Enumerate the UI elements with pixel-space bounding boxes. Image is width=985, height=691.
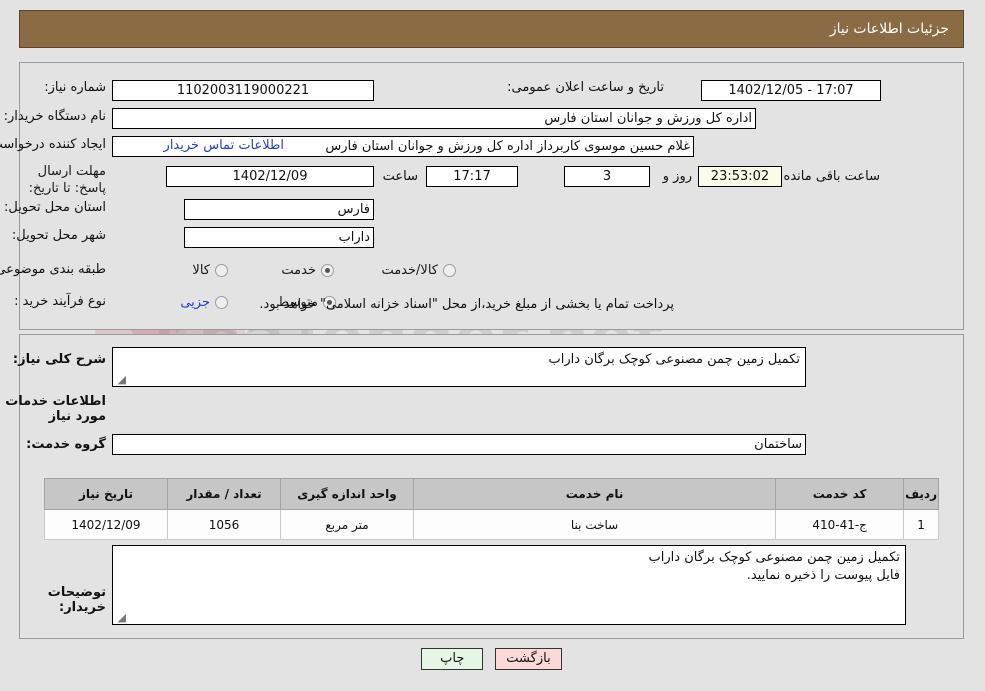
deadline-date-value: 1402/12/09 [167, 166, 375, 187]
radio-jozee-icon[interactable] [216, 296, 229, 309]
general-desc-label: شرح کلی نیاز: [13, 352, 107, 367]
category-option-kala-khedmat-label: کالا/خدمت [382, 263, 439, 278]
remaining-time-value: 23:53:02 [699, 166, 783, 187]
resize-grip-icon-2[interactable]: ◢ [117, 612, 127, 623]
col-service-code: کد خدمت [776, 478, 906, 510]
remaining-days-value: 3 [565, 166, 651, 187]
category-option-khedmat-label: خدمت [282, 263, 317, 278]
process-option-jozee-label: جزیی [181, 295, 211, 310]
cell-need-date: 1402/12/09 [45, 509, 169, 540]
remaining-days-label: روز و [663, 169, 693, 184]
province-value: فارس [185, 199, 375, 220]
col-quantity: تعداد / مقدار [168, 478, 282, 510]
col-row-no: ردیف [904, 478, 940, 510]
category-option-kala-khedmat[interactable]: کالا/خدمت [366, 263, 457, 278]
creator-label: ایجاد کننده درخواست: [0, 137, 107, 152]
deadline-label: مهلت ارسال پاسخ: تا تاریخ: [29, 164, 107, 196]
buyer-notes-textarea[interactable]: تکمیل زمین چمن مصنوعی کوچک برگان داراب ف… [113, 545, 907, 625]
need-summary-panel [20, 62, 965, 330]
col-unit: واحد اندازه گیری [281, 478, 415, 510]
col-service-name: نام خدمت [413, 478, 778, 510]
page-header: جزئیات اطلاعات نیاز [20, 10, 965, 48]
category-option-kala[interactable]: کالا [177, 263, 229, 278]
back-button[interactable]: بازگشت [496, 648, 563, 670]
general-desc-value: تکمیل زمین چمن مصنوعی کوچک برگان داراب [549, 352, 801, 367]
announce-datetime-label-wrap: تاریخ و ساعت اعلان عمومی: [508, 80, 665, 95]
announce-datetime-label: تاریخ و ساعت اعلان عمومی: [508, 80, 665, 95]
service-items-table: ردیف کد خدمت نام خدمت واحد اندازه گیری ت… [45, 478, 940, 540]
need-number-value: 1102003119000221 [113, 80, 375, 101]
buyer-org-label: نام دستگاه خریدار: [4, 109, 107, 124]
table-header-row: ردیف کد خدمت نام خدمت واحد اندازه گیری ت… [45, 478, 940, 510]
service-group-label: گروه خدمت: [27, 437, 107, 452]
deadline-hour-label: ساعت [383, 169, 419, 184]
buyer-notes-line2: فایل پیوست را ذخیره نمایید. [747, 568, 901, 583]
radio-kala-khedmat-icon[interactable] [444, 264, 457, 277]
buyer-notes-line1: تکمیل زمین چمن مصنوعی کوچک برگان داراب [649, 550, 901, 565]
service-group-value: ساختمان [113, 434, 807, 455]
cell-quantity: 1056 [168, 509, 282, 540]
cell-service-code: ج-41-410 [776, 509, 906, 540]
category-option-kala-label: کالا [193, 263, 211, 278]
process-type-label-wrap: نوع فرآیند خرید : [15, 294, 107, 309]
col-need-date: تاریخ نیاز [45, 478, 169, 510]
general-desc-textarea[interactable]: تکمیل زمین چمن مصنوعی کوچک برگان داراب ◢ [113, 347, 807, 387]
radio-khedmat-icon[interactable] [322, 264, 335, 277]
category-option-khedmat[interactable]: خدمت [266, 263, 335, 278]
radio-kala-icon[interactable] [216, 264, 229, 277]
cell-service-name: ساخت بنا [413, 509, 778, 540]
services-section-title: اطلاعات خدمات مورد نیاز [6, 394, 107, 424]
process-type-label: نوع فرآیند خرید : [15, 294, 107, 309]
cell-unit: متر مربع [281, 509, 415, 540]
resize-grip-icon[interactable]: ◢ [117, 374, 127, 385]
province-label-wrap: استان محل تحویل: [5, 200, 107, 215]
city-label-wrap: شهر محل تحویل: [13, 228, 107, 243]
table-row: 1 ج-41-410 ساخت بنا متر مربع 1056 1402/1… [45, 509, 940, 540]
buyer-org-label-wrap: نام دستگاه خریدار: [5, 109, 107, 124]
action-button-bar: بازگشت چاپ [0, 648, 985, 670]
city-label: شهر محل تحویل: [12, 228, 107, 243]
page-title: جزئیات اطلاعات نیاز [830, 21, 950, 37]
remaining-time-label: ساعت باقی مانده [784, 169, 881, 184]
category-label-wrap: طبقه بندی موضوعی: [0, 262, 107, 277]
print-button[interactable]: چاپ [422, 648, 485, 670]
announce-datetime-value: 17:07 - 1402/12/05 [702, 80, 882, 101]
need-number-row: شماره نیاز: [45, 80, 107, 95]
need-number-label: شماره نیاز: [45, 80, 107, 95]
deadline-hour-value: 17:17 [427, 166, 519, 187]
process-option-jozee[interactable]: جزیی [165, 295, 229, 310]
category-label: طبقه بندی موضوعی: [0, 262, 107, 277]
buyer-org-value: اداره کل ورزش و جوانان استان فارس [113, 108, 757, 129]
city-value: داراب [185, 227, 375, 248]
cell-row-no: 1 [904, 509, 940, 540]
buyer-notes-label: توضیحات خریدار: [48, 585, 107, 615]
creator-label-wrap: ایجاد کننده درخواست: [0, 137, 107, 152]
treasury-note: پرداخت تمام یا بخشی از مبلغ خرید،از محل … [260, 297, 675, 312]
buyer-contact-link[interactable]: اطلاعات تماس خریدار [165, 138, 285, 153]
province-label: استان محل تحویل: [5, 200, 107, 215]
